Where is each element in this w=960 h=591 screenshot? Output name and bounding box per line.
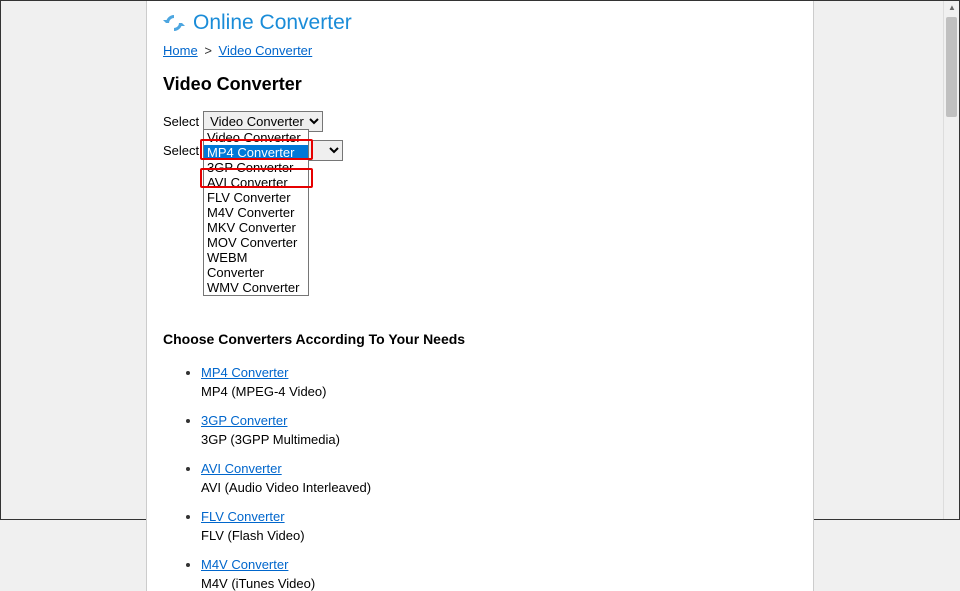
main-content: Online Converter Home > Video Converter … bbox=[146, 1, 814, 591]
list-item: M4V Converter M4V (iTunes Video) bbox=[201, 557, 797, 591]
dropdown-option-mkv[interactable]: MKV Converter bbox=[204, 220, 308, 235]
converter-list: MP4 Converter MP4 (MPEG-4 Video) 3GP Con… bbox=[163, 365, 797, 591]
breadcrumb-home-link[interactable]: Home bbox=[163, 43, 198, 58]
select-label-2: Select bbox=[163, 143, 199, 158]
list-item: 3GP Converter 3GP (3GPP Multimedia) bbox=[201, 413, 797, 447]
converter-link-avi[interactable]: AVI Converter bbox=[201, 461, 282, 476]
dropdown-option-webm[interactable]: WEBM Converter bbox=[204, 250, 308, 280]
converter-desc: 3GP (3GPP Multimedia) bbox=[201, 432, 797, 447]
page-title: Video Converter bbox=[163, 74, 797, 95]
breadcrumb-current-link[interactable]: Video Converter bbox=[219, 43, 313, 58]
site-header: Online Converter bbox=[163, 11, 797, 35]
list-item: MP4 Converter MP4 (MPEG-4 Video) bbox=[201, 365, 797, 399]
dropdown-listbox[interactable]: Video Converter MP4 Converter 3GP Conver… bbox=[203, 129, 309, 296]
converter-link-mp4[interactable]: MP4 Converter bbox=[201, 365, 288, 380]
dropdown-option-mp4[interactable]: MP4 Converter bbox=[204, 145, 308, 160]
converter-link-3gp[interactable]: 3GP Converter bbox=[201, 413, 287, 428]
converter-link-flv[interactable]: FLV Converter bbox=[201, 509, 285, 524]
section-title: Choose Converters According To Your Need… bbox=[163, 331, 797, 347]
dropdown-option-flv[interactable]: FLV Converter bbox=[204, 190, 308, 205]
converter-desc: FLV (Flash Video) bbox=[201, 528, 797, 543]
list-item: AVI Converter AVI (Audio Video Interleav… bbox=[201, 461, 797, 495]
site-title: Online Converter bbox=[193, 11, 352, 35]
dropdown-option-3gp[interactable]: 3GP Converter bbox=[204, 160, 308, 175]
dropdown-option-mov[interactable]: MOV Converter bbox=[204, 235, 308, 250]
converter-desc: MP4 (MPEG-4 Video) bbox=[201, 384, 797, 399]
breadcrumb: Home > Video Converter bbox=[163, 43, 797, 58]
scrollbar-thumb[interactable] bbox=[946, 17, 957, 117]
refresh-icon bbox=[163, 12, 185, 34]
converter-link-m4v[interactable]: M4V Converter bbox=[201, 557, 288, 572]
list-item: FLV Converter FLV (Flash Video) bbox=[201, 509, 797, 543]
dropdown-option-video[interactable]: Video Converter bbox=[204, 130, 308, 145]
converter-desc: M4V (iTunes Video) bbox=[201, 576, 797, 591]
dropdown-option-m4v[interactable]: M4V Converter bbox=[204, 205, 308, 220]
converter-desc: AVI (Audio Video Interleaved) bbox=[201, 480, 797, 495]
select-label-1: Select bbox=[163, 114, 199, 129]
breadcrumb-separator: > bbox=[201, 43, 215, 58]
dropdown-option-wmv[interactable]: WMV Converter bbox=[204, 280, 308, 295]
scrollbar-arrow-up-icon[interactable]: ▲ bbox=[948, 3, 956, 11]
dropdown-option-avi[interactable]: AVI Converter bbox=[204, 175, 308, 190]
vertical-scrollbar[interactable]: ▲ bbox=[943, 1, 959, 519]
